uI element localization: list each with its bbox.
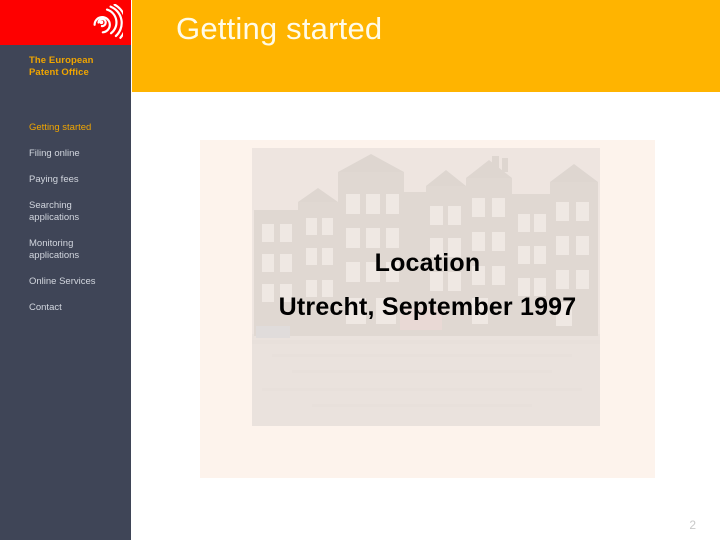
sidebar-item-getting-started[interactable]: Getting started bbox=[29, 122, 129, 134]
sidebar-item-searching-applications[interactable]: Searching applications bbox=[29, 200, 129, 224]
sidebar-item-label-second-line: applications bbox=[29, 212, 80, 223]
epo-spiral-logo-icon bbox=[85, 3, 127, 42]
sidebar-item-label: Online Services bbox=[29, 276, 96, 287]
content-panel: Location Utrecht, September 1997 bbox=[200, 140, 655, 478]
sidebar-item-paying-fees[interactable]: Paying fees bbox=[29, 174, 129, 186]
page-number: 2 bbox=[689, 518, 696, 532]
sidebar-item-filing-online[interactable]: Filing online bbox=[29, 148, 129, 160]
logo-band bbox=[0, 0, 131, 45]
sidebar-item-label-second-line: applications bbox=[29, 250, 80, 261]
sidebar-item-label: Monitoring bbox=[29, 238, 74, 249]
slide: Getting started The European Patent Offi… bbox=[0, 0, 720, 540]
sidebar: The European Patent Office Getting start… bbox=[0, 0, 131, 540]
sidebar-nav: Getting started Filing online Paying fee… bbox=[29, 122, 129, 328]
brand-name: The European Patent Office bbox=[29, 55, 125, 78]
sidebar-item-label: Contact bbox=[29, 302, 62, 313]
canal-houses-illustration bbox=[252, 148, 600, 426]
sidebar-item-online-services[interactable]: Online Services bbox=[29, 276, 129, 288]
sidebar-item-label: Getting started bbox=[29, 122, 92, 133]
sidebar-item-monitoring-applications[interactable]: Monitoring applications bbox=[29, 238, 129, 262]
page-title: Getting started bbox=[176, 11, 383, 46]
brand-line-1: The European bbox=[29, 55, 94, 66]
sidebar-item-label: Paying fees bbox=[29, 174, 79, 185]
sidebar-item-label: Filing online bbox=[29, 148, 80, 159]
canal-houses-photo bbox=[252, 148, 600, 426]
brand-line-2: Patent Office bbox=[29, 66, 89, 78]
sidebar-item-contact[interactable]: Contact bbox=[29, 302, 129, 314]
sidebar-item-label: Searching bbox=[29, 200, 72, 211]
